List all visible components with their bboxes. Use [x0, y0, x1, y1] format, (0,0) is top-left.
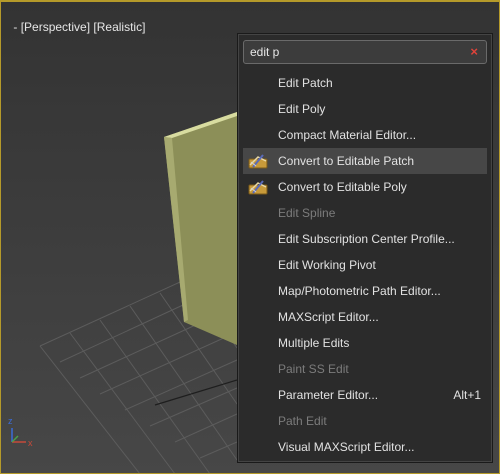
viewport-shading-menu[interactable]: [Realistic] — [93, 20, 145, 34]
action-search-input[interactable] — [250, 43, 460, 61]
viewport-point-of-view-menu[interactable]: [Perspective] — [21, 20, 90, 34]
action-item-compact-material-editor[interactable]: Compact Material Editor... — [243, 122, 487, 148]
action-item-visual-maxscript-editor[interactable]: Visual MAXScript Editor... — [243, 434, 487, 460]
axis-z-label: z — [8, 416, 13, 426]
action-item-edit-spline: Edit Spline — [278, 206, 336, 220]
action-item-edit-working-pivot[interactable]: Edit Working Pivot — [243, 252, 487, 278]
action-item-convert-to-editable-poly[interactable]: Convert to Editable Poly — [243, 174, 487, 200]
shortcut-label: Alt+1 — [453, 388, 481, 402]
action-item-edit-poly[interactable]: Edit Poly — [243, 96, 487, 122]
action-item-parameter-editor[interactable]: Parameter Editor... Alt+1 — [243, 382, 487, 408]
action-item-path-edit: Path Edit — [278, 414, 327, 428]
clear-search-icon[interactable]: × — [470, 44, 478, 59]
action-item-paint-ss-edit: Paint SS Edit — [278, 362, 349, 376]
action-item-multiple-edits[interactable]: Multiple Edits — [243, 330, 487, 356]
action-item-maxscript-editor[interactable]: MAXScript Editor... — [243, 304, 487, 330]
editable-poly-icon — [248, 180, 268, 195]
action-item-map-photometric-path-editor[interactable]: Map/Photometric Path Editor... — [243, 278, 487, 304]
action-search-box: × — [243, 40, 487, 64]
action-results-list: Edit Patch Edit Poly Compact Material Ed… — [243, 70, 487, 460]
action-item-edit-patch[interactable]: Edit Patch — [243, 70, 487, 96]
editable-patch-icon — [248, 154, 268, 169]
action-item-edit-subscription-center-profile[interactable]: Edit Subscription Center Profile... — [243, 226, 487, 252]
axis-x-label: x — [28, 438, 33, 448]
action-search-popup: × Edit Patch Edit Poly Compact Material … — [237, 33, 493, 463]
action-item-convert-to-editable-patch[interactable]: Convert to Editable Patch — [243, 148, 487, 174]
viewport-label-menu: - [Perspective] [Realistic] — [0, 6, 145, 48]
